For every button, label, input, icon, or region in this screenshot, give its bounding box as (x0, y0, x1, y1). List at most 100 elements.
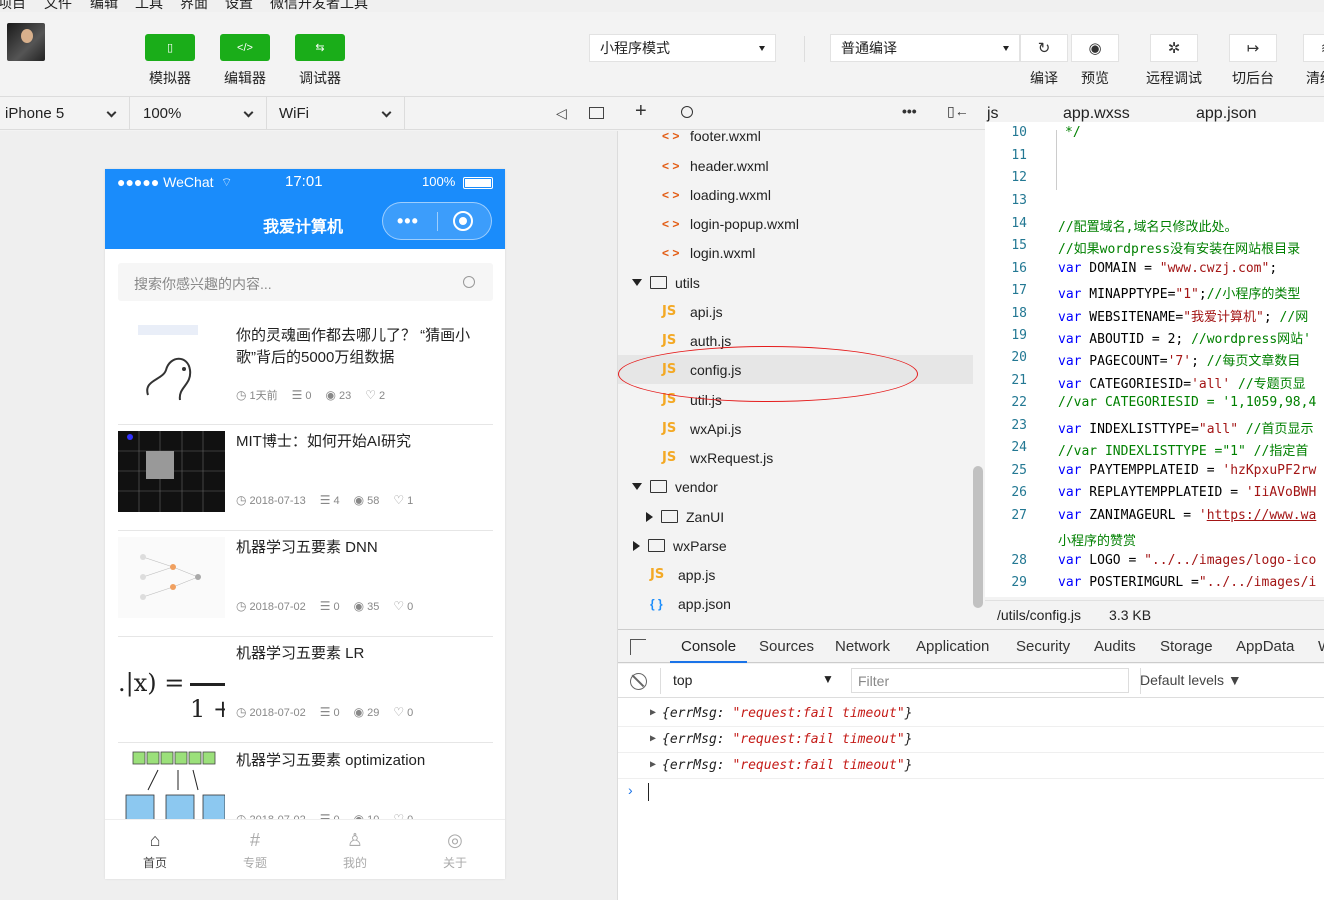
tab-home[interactable]: ⌂ 首页 (105, 820, 205, 879)
post-meta: ◷ 2018-07-02 ☰ 0 ◉ 35 ♡ 0 (236, 599, 427, 613)
message-end: } (904, 706, 913, 721)
search-icon[interactable] (681, 106, 693, 118)
folder-wxparse[interactable]: wxParse (633, 531, 727, 560)
file-footer-wxml[interactable]: < > footer.wxml (662, 121, 761, 150)
eye-icon: ◉ (353, 705, 365, 719)
dropdown-arrow-icon[interactable]: ▼ (822, 672, 834, 686)
post-item[interactable]: .|x) = 1 + 机器学习五要素 LR ◷ 2018-07-02 ☰ 0 ◉ 29 ♡ 0 (118, 637, 493, 743)
console-message[interactable]: ▶ {errMsg: "request:fail timeout"} (618, 727, 1324, 753)
avatar[interactable] (7, 23, 45, 61)
expand-caret-icon[interactable]: ▶ (650, 733, 656, 744)
file-loading-wxml[interactable]: < > loading.wxml (662, 180, 771, 209)
device-select[interactable]: iPhone 5 (0, 97, 130, 130)
mode-select[interactable]: 小程序模式 (589, 34, 776, 62)
network-select[interactable]: WiFi (267, 97, 405, 130)
eye-icon: ◉ (325, 388, 336, 402)
tab-topics[interactable]: # 专题 (205, 820, 305, 879)
close-mini-program-icon[interactable] (453, 211, 473, 231)
tab-app-wxss[interactable]: app.wxss (1063, 105, 1130, 123)
tab-audits[interactable]: Audits (1094, 630, 1136, 663)
volume-icon[interactable]: ◁ (556, 105, 567, 122)
folder-vendor[interactable]: vendor (632, 472, 718, 501)
expand-caret-icon[interactable]: ▶ (650, 759, 656, 770)
inspect-element-icon[interactable] (630, 639, 646, 655)
filter-input[interactable]: Filter (851, 668, 1129, 693)
file-wxrequest-js[interactable]: JS wxRequest.js (662, 443, 773, 472)
compile-button[interactable]: ↻ (1020, 34, 1068, 62)
file-app-json[interactable]: { } app.json (650, 589, 731, 618)
editor-toggle-button[interactable]: </> (220, 34, 270, 61)
more-icon[interactable]: ••• (902, 103, 917, 119)
message-value: "request:fail timeout" (732, 706, 905, 721)
more-icon[interactable]: ••• (397, 211, 419, 232)
tab-mine[interactable]: ♙ 我的 (305, 820, 405, 879)
formula-image-icon: .|x) =1 + (118, 669, 225, 723)
menu-item-file[interactable]: 文件 (44, 0, 72, 12)
menu-item-project[interactable]: 项目 (0, 0, 26, 12)
search-input[interactable]: 搜索你感兴趣的内容... (134, 274, 272, 294)
tab-js[interactable]: js (987, 105, 999, 123)
zoom-select[interactable]: 100% (130, 97, 267, 130)
remote-debug-button[interactable]: ✲ (1150, 34, 1198, 62)
file-app-js[interactable]: JS app.js (650, 560, 715, 589)
menu-item-view[interactable]: 界面 (180, 0, 208, 12)
menu-item-devtools[interactable]: 微信开发者工具 (270, 0, 368, 12)
folder-name: utils (675, 274, 700, 291)
comment-icon: ☰ (319, 599, 331, 613)
expand-caret-icon[interactable]: ▶ (650, 707, 656, 718)
code-line: var INDEXLISTTYPE="all" //首页显示 (1058, 422, 1314, 437)
collapsed-caret-icon (633, 540, 640, 551)
tab-application[interactable]: Application (916, 630, 989, 663)
eye-icon: ◉ (353, 493, 365, 507)
debugger-toggle-button[interactable]: ⇆ (295, 34, 345, 61)
console-input[interactable] (648, 783, 649, 801)
menu-item-settings[interactable]: 设置 (225, 0, 253, 12)
folder-zanui[interactable]: ZanUI (646, 502, 724, 531)
user-icon: ♙ (346, 830, 364, 850)
tab-sources[interactable]: Sources (759, 630, 814, 663)
simulator-toggle-button[interactable]: ▯ (145, 34, 195, 61)
search-box[interactable]: 搜索你感兴趣的内容... (118, 263, 493, 301)
clear-cache-button[interactable]: ≋ (1303, 34, 1324, 62)
preview-button[interactable]: ◉ (1071, 34, 1119, 62)
code-line: var MINAPPTYPE="1";//小程序的类型 (1058, 287, 1301, 302)
tab-more[interactable]: W (1318, 630, 1324, 663)
tab-console[interactable]: Console (670, 630, 748, 663)
post-item[interactable]: 机器学习五要素 DNN ◷ 2018-07-02 ☰ 0 ◉ 35 ♡ 0 (118, 531, 493, 637)
background-button[interactable]: ↦ (1229, 34, 1277, 62)
tab-appdata[interactable]: AppData (1236, 630, 1294, 663)
tab-storage[interactable]: Storage (1160, 630, 1213, 663)
post-item[interactable]: 你的灵魂画作都去哪儿了？ “猜画小歌”背后的5000万组数据 ◷ 1天前 ☰ 0 ◉ 23… (118, 319, 493, 425)
collapse-icon[interactable]: ▯← (947, 103, 969, 120)
log-levels-select[interactable]: Default levels ▼ (1140, 672, 1242, 688)
phone-header: ●●●●● WeChat ⌔ 17:01 100% 我爱计算机 ••• (105, 169, 505, 249)
capsule-menu[interactable]: ••• (382, 202, 492, 240)
console-message[interactable]: ▶ {errMsg: "request:fail timeout"} (618, 753, 1324, 779)
tab-network[interactable]: Network (835, 630, 890, 663)
menu-item-tools[interactable]: 工具 (135, 0, 163, 12)
clear-console-icon[interactable] (630, 673, 647, 690)
file-header-wxml[interactable]: < > header.wxml (662, 151, 769, 180)
tab-security[interactable]: Security (1016, 630, 1070, 663)
code-editor[interactable]: 10 */ 11 12 13 14 //配置域名,域名只修改此处。 15 //如果wo… (985, 122, 1324, 597)
compile-select[interactable]: 普通编译 (830, 34, 1020, 62)
file-login-popup-wxml[interactable]: < > login-popup.wxml (662, 209, 799, 238)
tab-app-json[interactable]: app.json (1196, 105, 1257, 123)
file-api-js[interactable]: JS api.js (662, 297, 723, 326)
search-icon[interactable] (463, 276, 475, 288)
folder-utils[interactable]: utils (632, 268, 700, 297)
indent-guide (1056, 130, 1057, 190)
background-label: 切后台 (1232, 70, 1274, 86)
context-select[interactable]: top (673, 672, 692, 688)
post-item[interactable]: MIT博士：如何开始AI研究 ◷ 2018-07-13 ☰ 4 ◉ 58 ♡ 1 (118, 425, 493, 531)
tab-about[interactable]: ◎ 关于 (405, 820, 505, 879)
console-message[interactable]: ▶ {errMsg: "request:fail timeout"} (618, 701, 1324, 727)
menu-item-edit[interactable]: 编辑 (90, 0, 118, 12)
js-file-icon: JS (662, 333, 677, 348)
add-file-icon[interactable]: + (635, 100, 647, 123)
file-wxapi-js[interactable]: JS wxApi.js (662, 414, 741, 443)
file-tree-scrollbar[interactable] (973, 466, 983, 608)
file-login-wxml[interactable]: < > login.wxml (662, 238, 755, 267)
network-diagram-icon (140, 554, 201, 600)
window-mode-icon[interactable] (589, 107, 604, 119)
